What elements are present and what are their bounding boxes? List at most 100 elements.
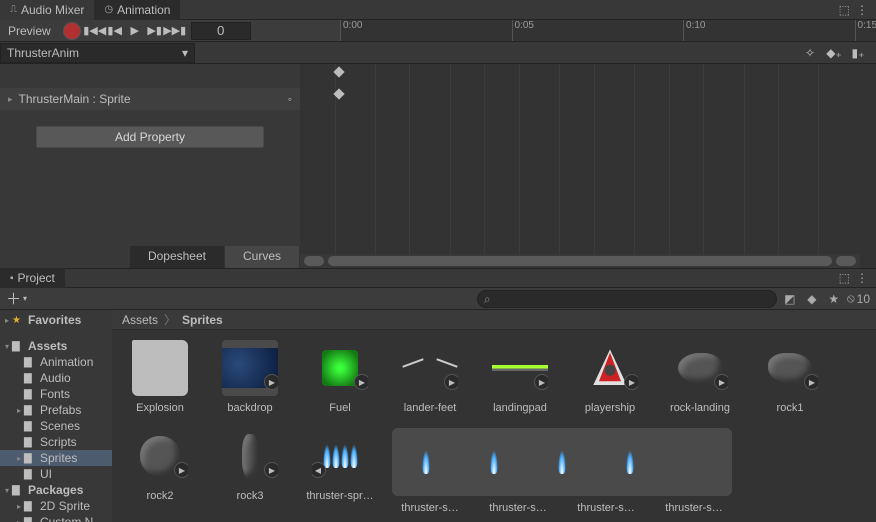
sub-sprite-row bbox=[392, 428, 732, 496]
next-frame-button[interactable]: ▶▮ bbox=[145, 22, 165, 40]
project-window-tabs: ▪ Project ⬚ ⋮ bbox=[0, 268, 876, 288]
search-input[interactable] bbox=[477, 290, 777, 308]
last-frame-button[interactable]: ▶▶▮ bbox=[165, 22, 185, 40]
expand-icon[interactable]: ▶ bbox=[264, 374, 278, 390]
asset-rock3[interactable]: ▶ rock3 bbox=[212, 428, 288, 514]
asset-thruster-sub-3[interactable] bbox=[602, 434, 658, 490]
asset-thruster-sub-0[interactable] bbox=[398, 434, 454, 490]
play-button[interactable]: ▶ bbox=[125, 22, 145, 40]
asset-rock-landing[interactable]: ▶ rock-landing bbox=[662, 340, 738, 414]
first-frame-button[interactable]: ▮◀◀ bbox=[85, 22, 105, 40]
animation-window-tabs: ⎍ Audio Mixer ◷ Animation ⬚ ⋮ bbox=[0, 0, 876, 20]
curves-tab[interactable]: Curves bbox=[225, 246, 300, 268]
expand-icon[interactable]: ▶ bbox=[534, 374, 548, 390]
asset-grid[interactable]: Explosion ▶ backdrop ▶ Fuel ▶ lander-fee… bbox=[112, 330, 876, 522]
add-button[interactable]: ＋▾ bbox=[6, 288, 27, 309]
animation-clip-row: ThrusterAnim ▾ ✧ ◆₊ ▮₊ bbox=[0, 42, 876, 64]
record-button[interactable] bbox=[63, 22, 81, 40]
asset-rock2[interactable]: ▶ rock2 bbox=[122, 428, 198, 514]
tab-audio-mixer[interactable]: ⎍ Audio Mixer bbox=[0, 0, 94, 20]
dopesheet-tab[interactable]: Dopesheet bbox=[130, 246, 225, 268]
animation-icon: ◷ bbox=[104, 4, 113, 15]
collapse-icon[interactable]: ◀ bbox=[312, 462, 326, 478]
search-by-type-icon[interactable]: ◩ bbox=[781, 290, 799, 308]
lock-icon[interactable]: ⬚ bbox=[839, 3, 850, 17]
add-property-button[interactable]: Add Property bbox=[36, 126, 264, 148]
tree-item-ui[interactable]: ▇UI bbox=[0, 466, 112, 482]
preview-button[interactable]: Preview bbox=[0, 22, 59, 40]
asset-thruster-sub-1[interactable] bbox=[466, 434, 522, 490]
frame-field[interactable] bbox=[191, 22, 251, 40]
filter-by-selection-button[interactable]: ✧ bbox=[800, 44, 820, 62]
ruler-tick: 0:00 bbox=[340, 20, 362, 41]
tree-assets[interactable]: ▾▇Assets bbox=[0, 338, 112, 354]
tree-item-animation[interactable]: ▇Animation bbox=[0, 354, 112, 370]
ruler-tick: 0:10 bbox=[683, 20, 705, 41]
animation-property-list: ▸ ThrusterMain : Sprite ◦ Add Property D… bbox=[0, 64, 300, 268]
animation-panel: Preview ▮◀◀ ▮◀ ▶ ▶▮ ▶▶▮ 0:00 0:05 0:10 0… bbox=[0, 20, 876, 268]
expand-icon[interactable]: ▶ bbox=[714, 374, 728, 390]
tree-item-custom[interactable]: ▸▇Custom N bbox=[0, 514, 112, 522]
tree-item-prefabs[interactable]: ▸▇Prefabs bbox=[0, 402, 112, 418]
tree-item-fonts[interactable]: ▇Fonts bbox=[0, 386, 112, 402]
track-row[interactable]: ▸ ThrusterMain : Sprite ◦ bbox=[0, 88, 300, 110]
tab-project[interactable]: ▪ Project bbox=[0, 268, 65, 288]
ruler-tick: 0:15 bbox=[855, 20, 876, 41]
search-by-label-icon[interactable]: ◆ bbox=[803, 290, 821, 308]
tab-label: Project bbox=[18, 271, 55, 285]
timeline-ruler[interactable]: 0:00 0:05 0:10 0:15 bbox=[340, 20, 876, 42]
tree-packages[interactable]: ▾▇Packages bbox=[0, 482, 112, 498]
project-icon: ▪ bbox=[10, 273, 14, 284]
expand-icon[interactable]: ▶ bbox=[624, 374, 638, 390]
dopesheet-area[interactable] bbox=[300, 64, 876, 268]
asset-fuel[interactable]: ▶ Fuel bbox=[302, 340, 378, 414]
expand-icon[interactable]: ▶ bbox=[354, 374, 368, 390]
favorite-icon[interactable]: ★ bbox=[825, 290, 843, 308]
prev-frame-button[interactable]: ▮◀ bbox=[105, 22, 125, 40]
clip-dropdown[interactable]: ThrusterAnim ▾ bbox=[0, 43, 195, 63]
expand-icon[interactable]: ▶ bbox=[804, 374, 818, 390]
add-event-button[interactable]: ▮₊ bbox=[848, 44, 868, 62]
breadcrumb: Assets 〉 Sprites bbox=[112, 310, 876, 330]
clip-name: ThrusterAnim bbox=[7, 46, 79, 60]
ruler-tick: 0:05 bbox=[512, 20, 534, 41]
tab-label: Audio Mixer bbox=[21, 3, 84, 17]
project-toolbar: ＋▾ ◩ ◆ ★ ⦸ 10 bbox=[0, 288, 876, 310]
expand-icon[interactable]: ▶ bbox=[444, 374, 458, 390]
hidden-visibility[interactable]: ⦸ 10 bbox=[847, 291, 870, 306]
asset-thruster-spritesheet[interactable]: ◀ thruster-spr… bbox=[302, 428, 378, 514]
tree-item-audio[interactable]: ▇Audio bbox=[0, 370, 112, 386]
asset-explosion-folder[interactable]: Explosion bbox=[122, 340, 198, 414]
tree-item-sprites[interactable]: ▸▇Sprites bbox=[0, 450, 112, 466]
tree-item-scripts[interactable]: ▇Scripts bbox=[0, 434, 112, 450]
kebab-menu-icon[interactable]: ⋮ bbox=[856, 3, 868, 17]
expand-icon[interactable]: ▶ bbox=[264, 462, 278, 478]
asset-landingpad[interactable]: ▶ landingpad bbox=[482, 340, 558, 414]
expand-icon[interactable]: ▶ bbox=[174, 462, 188, 478]
add-keyframe-button[interactable]: ◆₊ bbox=[824, 44, 844, 62]
asset-backdrop[interactable]: ▶ backdrop bbox=[212, 340, 288, 414]
project-content: Assets 〉 Sprites Explosion ▶ backdrop ▶ … bbox=[112, 310, 876, 522]
tree-item-2d-sprite[interactable]: ▸▇2D Sprite bbox=[0, 498, 112, 514]
horizontal-scrollbar[interactable] bbox=[300, 254, 860, 268]
track-options-icon[interactable]: ◦ bbox=[288, 92, 292, 106]
chevron-right-icon: 〉 bbox=[164, 311, 176, 328]
asset-lander-feet[interactable]: ▶ lander-feet bbox=[392, 340, 468, 414]
eye-off-icon: ⦸ bbox=[847, 291, 855, 306]
breadcrumb-item[interactable]: Assets bbox=[122, 313, 158, 327]
tree-item-scenes[interactable]: ▇Scenes bbox=[0, 418, 112, 434]
lock-icon[interactable]: ⬚ bbox=[839, 271, 850, 285]
breadcrumb-item[interactable]: Sprites bbox=[182, 313, 223, 327]
tree-favorites[interactable]: ▸★Favorites bbox=[0, 312, 112, 328]
track-label: ThrusterMain : Sprite bbox=[19, 92, 131, 106]
asset-playership[interactable]: ▶ playership bbox=[572, 340, 648, 414]
tab-label: Animation bbox=[117, 3, 170, 17]
asset-rock1[interactable]: ▶ rock1 bbox=[752, 340, 828, 414]
chevron-down-icon: ▾ bbox=[182, 46, 188, 60]
kebab-menu-icon[interactable]: ⋮ bbox=[856, 271, 868, 285]
chevron-right-icon: ▸ bbox=[8, 94, 13, 105]
asset-thruster-sub-2[interactable] bbox=[534, 434, 590, 490]
project-tree[interactable]: ▸★Favorites ▾▇Assets ▇Animation ▇Audio ▇… bbox=[0, 310, 112, 522]
tab-animation[interactable]: ◷ Animation bbox=[94, 0, 180, 20]
animation-toolbar: Preview ▮◀◀ ▮◀ ▶ ▶▮ ▶▶▮ 0:00 0:05 0:10 0… bbox=[0, 20, 876, 42]
